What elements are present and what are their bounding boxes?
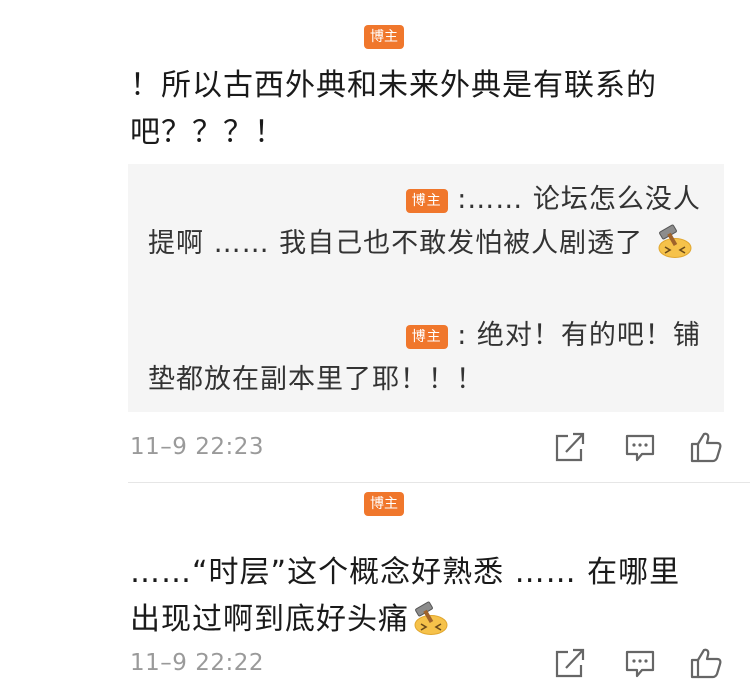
- comment-icon: [622, 646, 658, 680]
- comment-text: ……“时层”这个概念好熟悉 …… 在哪里出现过啊到底好头痛: [130, 549, 710, 643]
- like-button[interactable]: [688, 646, 724, 680]
- comment-item: 博主 ！所以古西外典和未来外典是有联系的吧？？？！ 博主 :…… 论坛怎么没人提…: [0, 0, 750, 482]
- reply-username[interactable]: [148, 198, 396, 208]
- author-badge: 博主: [364, 492, 404, 516]
- like-button[interactable]: [688, 430, 724, 464]
- thumbs-up-icon: [688, 430, 724, 464]
- comment-actions: [552, 430, 732, 464]
- comment-timestamp: 11–9 22:22: [130, 650, 264, 676]
- comment-text: ！所以古西外典和未来外典是有联系的吧？？？！: [130, 62, 710, 156]
- comment-timestamp: 11–9 22:23: [130, 434, 264, 460]
- reply-username[interactable]: [148, 334, 396, 344]
- comment-header: 博主: [130, 491, 404, 517]
- author-badge: 博主: [364, 25, 404, 49]
- share-button[interactable]: [552, 646, 588, 680]
- hammer-face-emoji-icon: [655, 224, 693, 258]
- hammer-face-emoji-icon: [411, 601, 449, 635]
- thumbs-up-icon: [688, 646, 724, 680]
- comment-item: 博主 ……“时层”这个概念好熟悉 …… 在哪里出现过啊到底好头痛 11–9 22…: [0, 483, 750, 688]
- share-icon: [552, 646, 588, 680]
- reply-item[interactable]: 博主 :…… 论坛怎么没人提啊 …… 我自己也不敢发怕被人剧透了: [148, 178, 708, 266]
- reply-list[interactable]: 博主 :…… 论坛怎么没人提啊 …… 我自己也不敢发怕被人剧透了 博主 : 绝对…: [128, 164, 724, 412]
- comment-header: 博主: [130, 24, 404, 50]
- comment-actions: [552, 646, 732, 680]
- comment-text-content: ……“时层”这个概念好熟悉 …… 在哪里出现过啊到底好头痛: [130, 555, 681, 637]
- share-button[interactable]: [552, 430, 588, 464]
- reply-button[interactable]: [622, 646, 658, 680]
- reply-button[interactable]: [622, 430, 658, 464]
- comment-icon: [622, 430, 658, 464]
- reply-item[interactable]: 博主 : 绝对！有的吧！铺垫都放在副本里了耶！！！: [148, 314, 708, 402]
- author-badge: 博主: [405, 189, 448, 213]
- author-badge: 博主: [405, 325, 448, 349]
- share-icon: [552, 430, 588, 464]
- comment-text-content: ！所以古西外典和未来外典是有联系的吧？？？！: [130, 68, 657, 150]
